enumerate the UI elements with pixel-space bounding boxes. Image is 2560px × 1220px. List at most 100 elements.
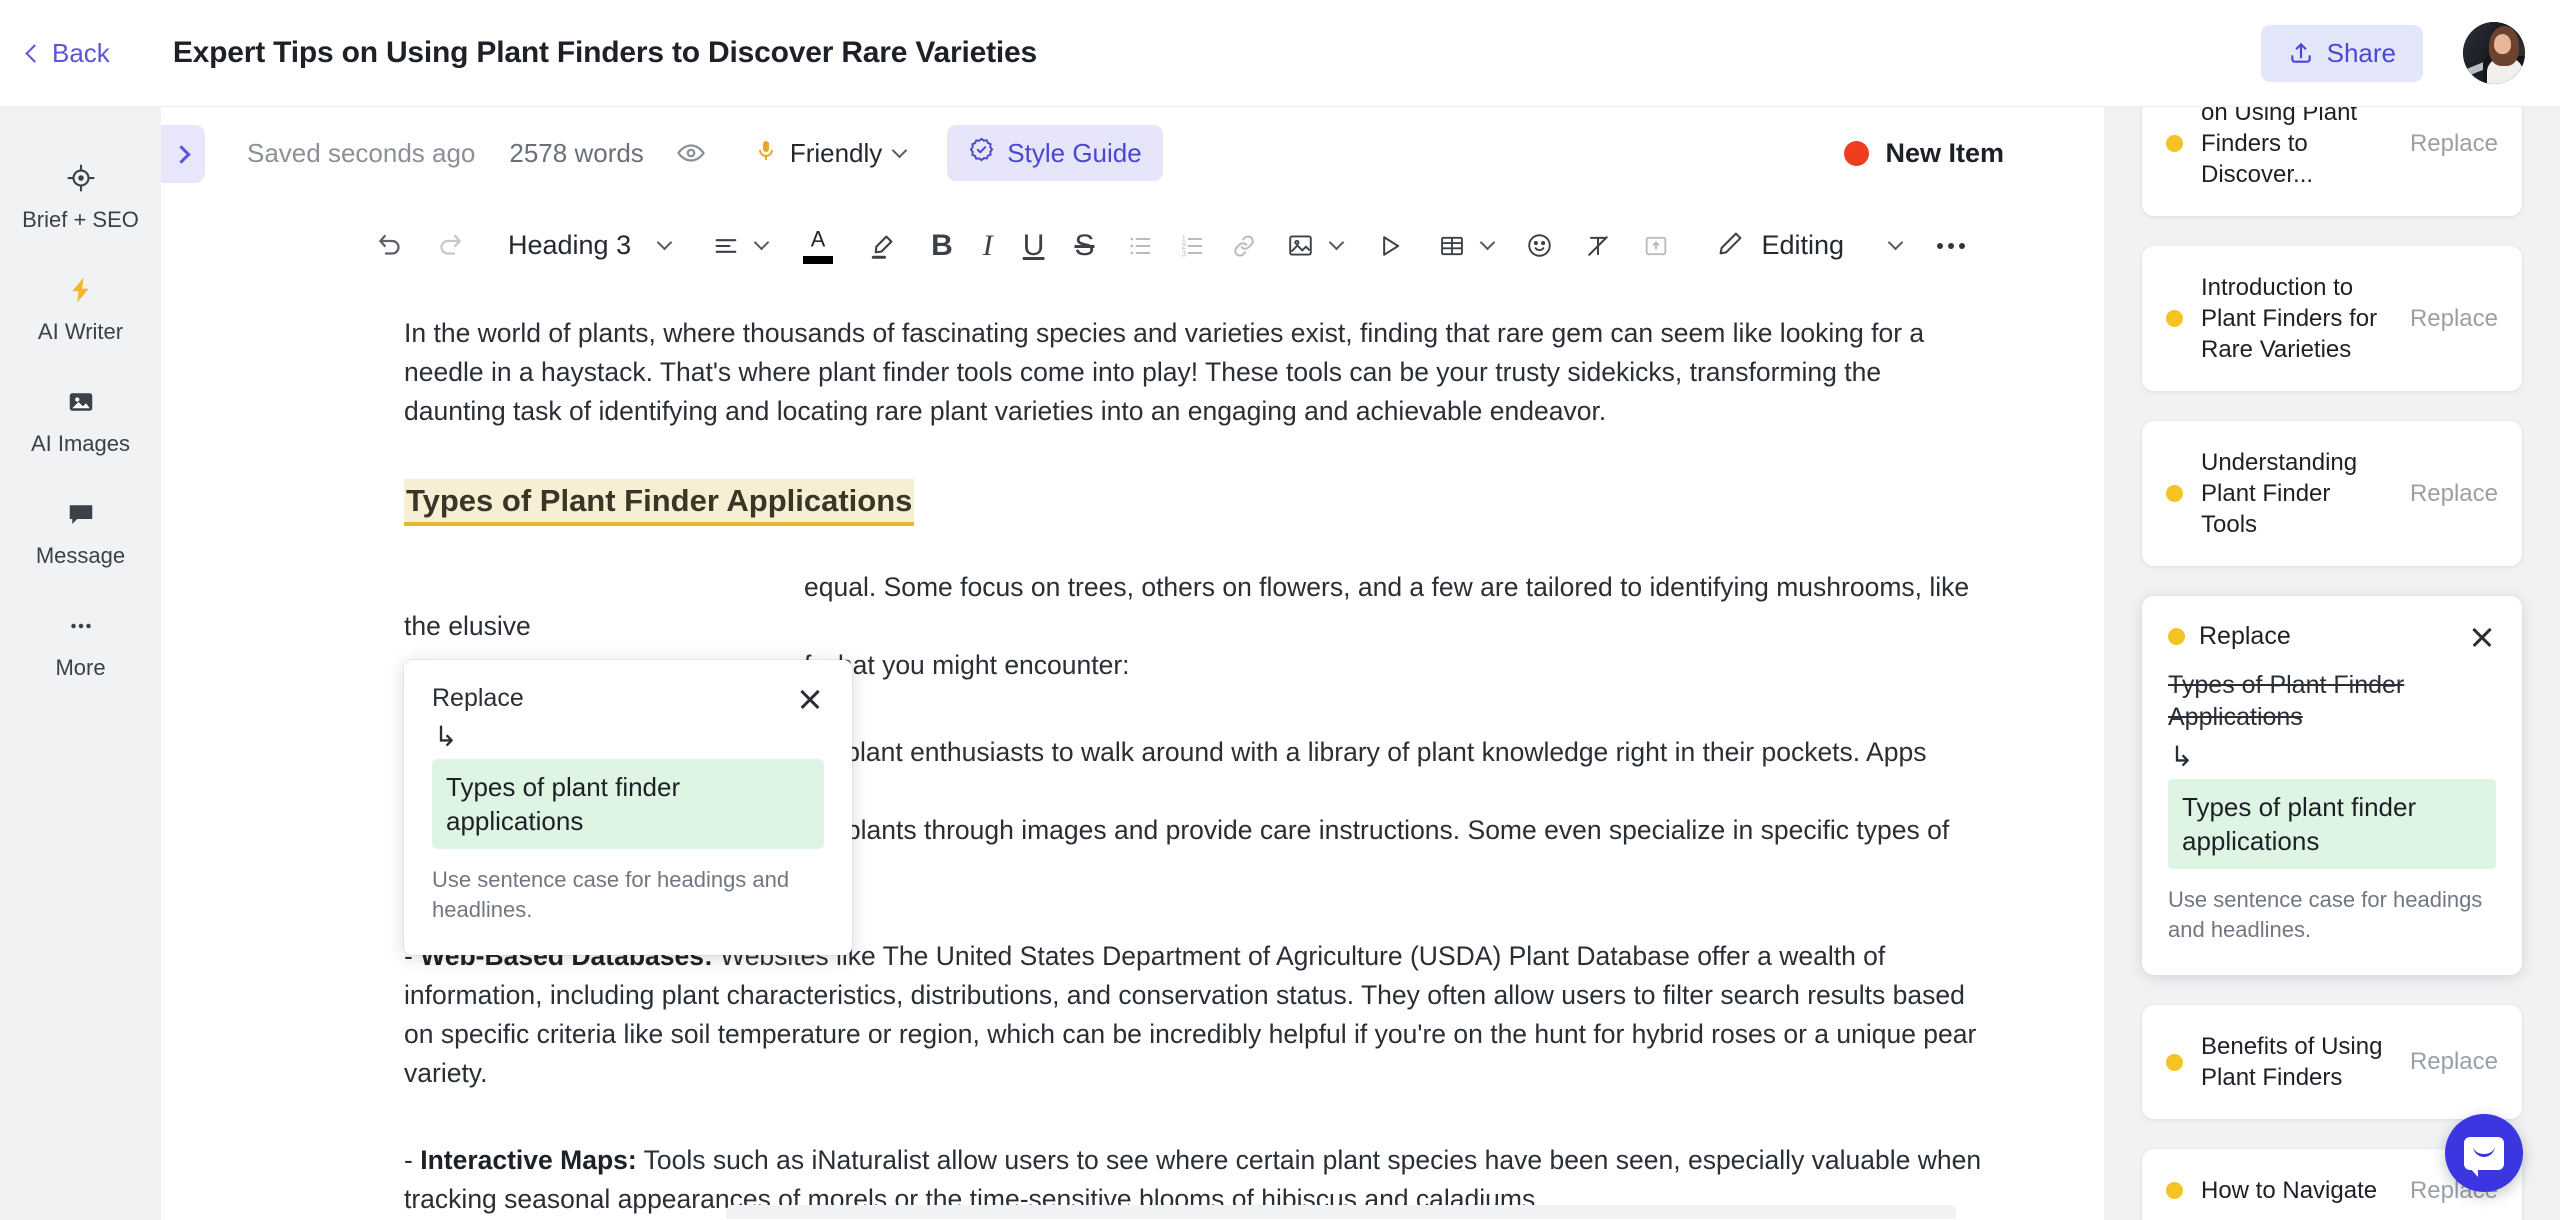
paragraph-text: f what you might encounter: [804,650,1130,680]
redo-button[interactable] [434,221,464,271]
chevron-down-icon [1329,234,1345,251]
suggestion-note: Use sentence case for headings and headl… [2168,887,2483,942]
new-item-label: New Item [1885,137,2004,168]
chat-bubble-shape [2464,1136,2504,1177]
bullet-list-button[interactable] [1126,221,1154,271]
suggestion-card[interactable]: Introduction to Plant Finders for Rare V… [2142,246,2522,391]
lightning-icon [66,273,96,307]
editor-status-bar: Saved seconds ago 2578 words Friendly St… [161,107,2104,199]
editing-mode-button[interactable]: Editing [1716,229,1844,263]
expand-panel-button[interactable] [161,125,205,183]
original-text: Types of Plant Finder Applications [2168,671,2405,731]
suggestion-card[interactable]: Understanding Plant Finder Tools Replace [2142,421,2522,566]
link-button[interactable] [1230,221,1258,271]
suggestions-panel[interactable]: on Using Plant Finders to Discover... Re… [2104,107,2560,1220]
document-scroll-strip [726,1205,1956,1219]
underline-button[interactable]: U [1023,221,1045,271]
undo-button[interactable] [376,221,406,271]
bullet-text: Tools such as iNaturalist allow users to… [404,1145,1982,1214]
block-style-selector[interactable]: Heading 3 [508,230,673,261]
close-icon[interactable] [796,685,824,713]
bullet-label: Interactive Maps: [420,1145,637,1175]
italic-button[interactable]: I [983,221,993,271]
status-dot-icon [2166,1053,2183,1071]
insert-video-button[interactable] [1376,221,1404,271]
highlighter-icon [871,235,893,259]
chevron-down-icon [656,234,673,251]
back-button[interactable]: Back [25,37,110,69]
emoji-button[interactable] [1525,221,1554,271]
save-status: Saved seconds ago [247,137,476,168]
top-bar: Back Expert Tips on Using Plant Finders … [0,0,2560,107]
suggestion-text[interactable]: Types of plant finder applications [432,759,824,849]
expanded-card-title: Replace [2199,622,2291,650]
upload-icon [2290,43,2311,63]
sidebar-item-message[interactable]: Message [0,479,161,591]
avatar[interactable] [2463,22,2525,84]
highlight-button[interactable] [867,221,897,271]
status-dot-icon [1844,140,1870,166]
text-color-button[interactable]: A [803,221,834,271]
table-dropdown[interactable] [1480,221,1496,271]
toolbar-more-button[interactable] [1937,242,1966,249]
strikethrough-button[interactable]: S [1074,221,1094,271]
sidebar-label: Brief + SEO [22,207,139,232]
pencil-icon [1716,229,1745,263]
popup-header: Replace [432,684,824,713]
new-item-button[interactable]: New Item [1844,138,2004,169]
svg-text:A: A [811,227,826,251]
sidebar-item-ai-images[interactable]: AI Images [0,367,161,479]
align-dropdown[interactable] [753,221,770,271]
image-dropdown[interactable] [1329,221,1345,271]
replace-action[interactable]: Replace [2410,1048,2498,1076]
suggestion-text[interactable]: Types of plant finder applications [2168,779,2496,869]
sidebar-label: AI Images [30,431,131,456]
clear-format-button[interactable] [1584,221,1612,271]
tone-selector[interactable]: Friendly [754,137,908,170]
sidebar-label: Message [35,543,126,568]
style-guide-button[interactable]: Style Guide [947,125,1163,181]
suggestion-card-expanded[interactable]: Replace Types of Plant Finder Applicatio… [2142,596,2522,975]
replace-action[interactable]: Replace [2410,130,2498,158]
inline-replace-popup[interactable]: Replace ↳ Types of plant finder applicat… [404,660,852,955]
chat-bubble-icon[interactable] [2445,1114,2523,1192]
sidebar-item-more[interactable]: More [0,591,161,703]
check-badge-icon [968,136,995,170]
editing-dropdown[interactable] [1887,221,1904,271]
status-dot-icon [2166,485,2183,502]
numbered-list-button[interactable]: 1 2 3 [1178,221,1206,271]
paragraph-text: equal. Some focus on trees, others on fl… [404,572,1970,641]
suggestion-title: How to Navigate [2201,1177,2378,1204]
suggestion-note: Use sentence case for headings and headl… [432,867,790,922]
suggestion-title: on Using Plant Finders to Discover... [2201,107,2358,188]
sidebar-item-brief-seo[interactable]: Brief + SEO [0,143,161,255]
sidebar-label: More [55,655,106,680]
replace-action[interactable]: Replace [2410,480,2498,508]
suggestion-title: Introduction to Plant Finders for Rare V… [2201,274,2378,363]
sidebar-label: AI Writer [37,319,124,344]
chat-icon [66,497,96,531]
suggestion-title: Benefits of Using Plant Finders [2201,1033,2383,1091]
suggestion-card[interactable]: on Using Plant Finders to Discover... Re… [2142,107,2522,216]
back-label: Back [52,37,110,68]
section-heading: Types of Plant Finder Applications [404,479,915,526]
insert-table-button[interactable] [1438,221,1466,271]
paragraph: In the world of plants, where thousands … [404,318,1925,426]
top-bar-actions: Share [2260,22,2525,84]
insert-image-button[interactable] [1286,221,1315,271]
suggestion-card[interactable]: Benefits of Using Plant Finders Replace [2142,1005,2522,1119]
format-toolbar: Heading 3 A B I U S 1 2 3 Editing [161,199,2104,292]
close-icon[interactable] [2468,623,2496,651]
svg-text:3: 3 [1182,249,1187,258]
bold-button[interactable]: B [931,221,953,271]
replace-action[interactable]: Replace [2410,305,2498,333]
chevron-down-icon [1480,234,1496,251]
align-button[interactable] [712,221,740,271]
word-count: 2578 words [509,137,644,168]
embed-card-button[interactable] [1642,221,1670,271]
return-arrow-icon: ↳ [434,721,458,752]
sidebar-item-ai-writer[interactable]: AI Writer [0,255,161,367]
share-button[interactable]: Share [2260,24,2423,82]
eye-icon[interactable] [676,138,706,168]
share-label: Share [2326,37,2396,68]
